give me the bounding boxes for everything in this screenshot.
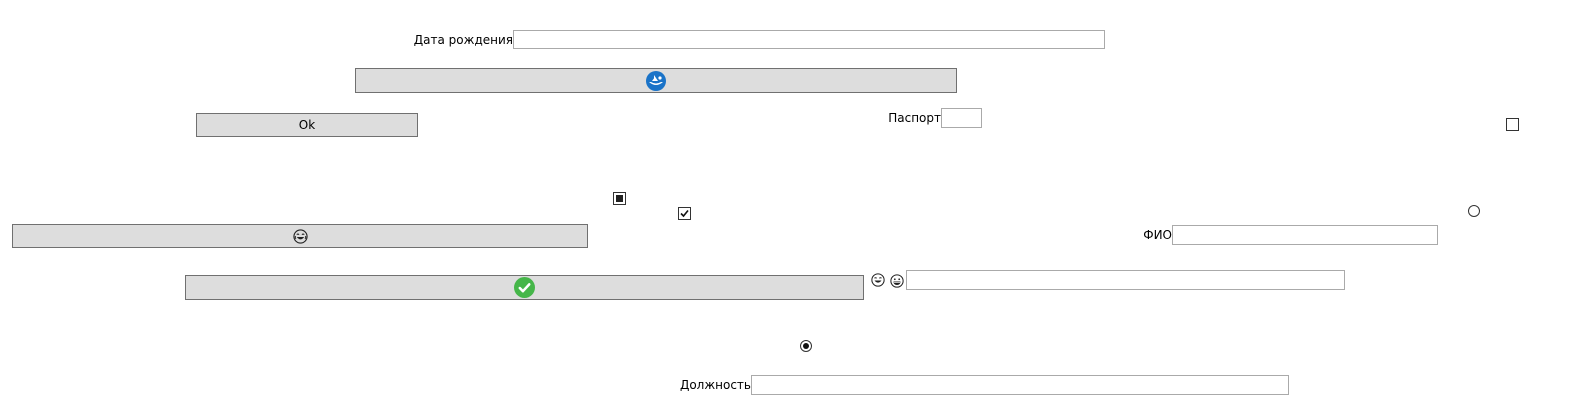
laughing-face-icon xyxy=(292,228,308,244)
checkbox-indeterminate[interactable] xyxy=(613,192,626,205)
checkbox-checked[interactable] xyxy=(678,207,691,220)
sailboat-icon xyxy=(646,70,666,91)
emoji-text-field[interactable] xyxy=(906,270,1345,290)
passport-field[interactable] xyxy=(941,108,982,128)
fio-field[interactable] xyxy=(1172,225,1438,245)
grinning-face-icon xyxy=(890,274,904,288)
radio-checked[interactable] xyxy=(800,340,812,352)
position-field[interactable] xyxy=(751,375,1289,395)
green-check-icon xyxy=(514,277,535,298)
laughing-face-icon xyxy=(871,273,885,287)
position-label: Должность xyxy=(679,378,751,392)
birth-date-field[interactable] xyxy=(513,30,1105,49)
green-check-button[interactable] xyxy=(185,275,864,300)
birth-date-label: Дата рождения xyxy=(413,33,513,47)
checkbox-unchecked[interactable] xyxy=(1506,118,1519,131)
check-mark-icon xyxy=(680,209,689,218)
ok-button[interactable]: Ok xyxy=(196,113,418,137)
sailboat-button[interactable] xyxy=(355,68,957,93)
laughing-face-button[interactable] xyxy=(12,224,588,248)
fio-label: ФИО xyxy=(1143,228,1172,242)
radio-unchecked[interactable] xyxy=(1468,205,1480,217)
passport-label: Паспорт xyxy=(888,111,941,125)
